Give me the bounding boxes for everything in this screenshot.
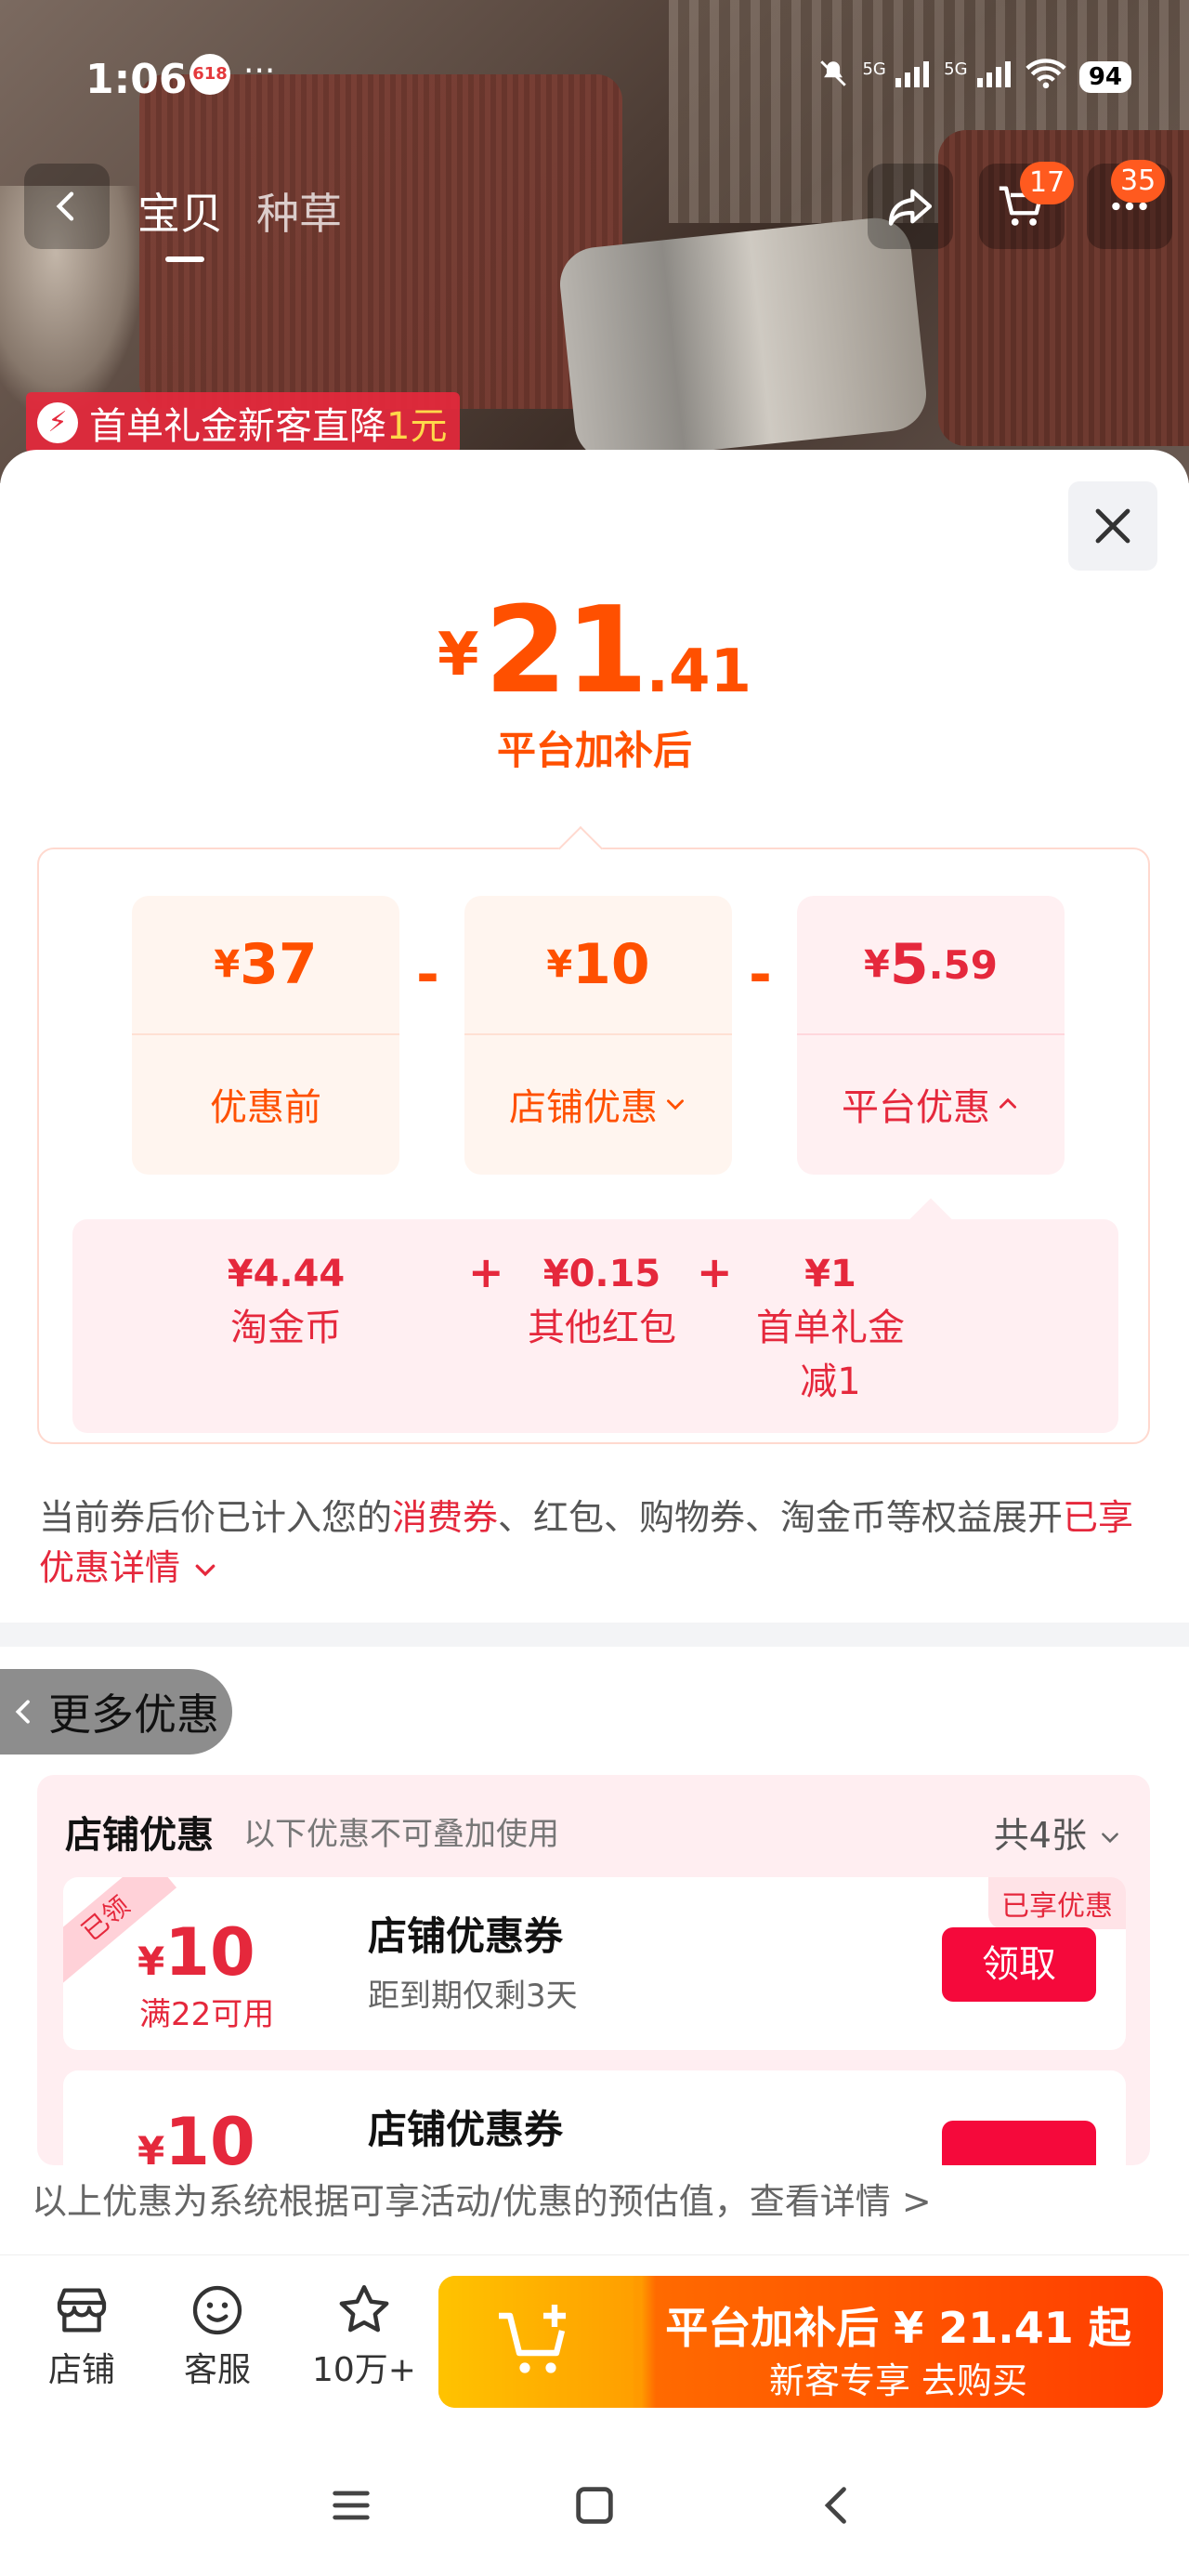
chevron-left-icon — [56, 191, 74, 221]
claim-button[interactable]: 领取 — [942, 1927, 1096, 2002]
consumer-coupon-link[interactable]: 消费券 — [392, 1497, 498, 1538]
background-pillow — [556, 214, 930, 465]
final-price: ¥21.41 — [437, 582, 752, 720]
buy-line-2: 新客专享 去购买 — [768, 2360, 1028, 2401]
close-button[interactable] — [1068, 481, 1157, 571]
coupon-card: ¥10 店铺优惠券 — [63, 2070, 1126, 2165]
top-nav: 宝贝 种草 17 35 — [0, 160, 1189, 262]
shop-offers-title: 店铺优惠 — [65, 1814, 214, 1857]
section-divider — [0, 1623, 1189, 1647]
menu-icon[interactable] — [327, 2481, 375, 2530]
first-order-gift-item: ¥1 首单礼金 减1 — [756, 1253, 905, 1403]
enjoyed-tag: 已享优惠 — [988, 1877, 1126, 1929]
message-count-badge: 35 — [1111, 160, 1166, 203]
minus-operator: - — [416, 942, 439, 1007]
coupon-note: 当前券后价已计入您的消费券、红包、购物券、淘金币等权益展开已享优惠详情 — [39, 1497, 1134, 1588]
cart-count-badge: 17 — [1020, 162, 1075, 204]
back-button[interactable] — [24, 164, 110, 249]
coupon-expiry: 距到期仅剩3天 — [368, 1978, 578, 2015]
more-offers-label: 更多优惠 — [48, 1689, 219, 1740]
tab-seeding[interactable]: 种草 — [256, 180, 342, 242]
status-icons: 5G 5G 94 — [817, 58, 1131, 96]
favorite-entry[interactable]: 10万+ — [299, 2278, 429, 2391]
price-breakdown-panel: ¥37 优惠前 - ¥10 店铺优惠 - ¥5.59 平台优惠 ¥4.44 淘金… — [37, 825, 1150, 1444]
minus-operator: - — [749, 942, 772, 1007]
promo-text: 首单礼金新客直降1元 — [89, 405, 448, 448]
battery-indicator: 94 — [1078, 60, 1131, 93]
share-button[interactable] — [868, 164, 953, 249]
mute-icon — [817, 58, 849, 96]
other-redpacket-item: ¥0.15 其他红包 — [528, 1253, 676, 1349]
final-price-caption: 平台加补后 — [496, 728, 692, 773]
coupon-condition: 满22可用 — [139, 1996, 275, 2033]
buy-now-button[interactable]: 平台加补后 ¥ 21.41 起 新客专享 去购买 — [438, 2276, 1163, 2408]
status-bar: 1:06 618 ··· 5G 5G 94 — [0, 48, 1189, 104]
lightning-icon: ⚡ — [37, 402, 78, 443]
share-icon — [888, 189, 933, 226]
coupon-amount: ¥10 — [137, 2104, 255, 2165]
app-618-icon: 618 — [189, 54, 230, 95]
more-offers-tab[interactable]: 更多优惠 — [0, 1669, 232, 1755]
signal-icon-1: 5G — [862, 59, 931, 94]
coupon-card: 已领 ¥10 满22可用 店铺优惠券 距到期仅剩3天 已享优惠 领取 — [63, 1877, 1126, 2050]
chevron-up-icon — [1000, 1097, 1016, 1109]
coupon-count-toggle[interactable]: 共4张 — [994, 1807, 1122, 1858]
buy-line-1: 平台加补后 ¥ 21.41 起 — [665, 2303, 1131, 2353]
chevron-down-icon[interactable] — [191, 1556, 219, 1584]
coupon-title: 店铺优惠券 — [368, 2107, 564, 2152]
chevron-down-icon — [667, 1099, 684, 1111]
plus-operator: + — [697, 1247, 733, 1297]
home-icon[interactable] — [570, 2481, 619, 2530]
close-icon — [1095, 508, 1130, 544]
system-nav-bar — [0, 2435, 1189, 2576]
shop-icon — [57, 2288, 107, 2333]
claim-button[interactable] — [942, 2121, 1096, 2165]
chevron-left-icon — [15, 1700, 30, 1724]
estimate-footnote-link[interactable]: 以上优惠为系统根据可享活动/优惠的预估值，查看详情 > — [32, 2173, 932, 2224]
customer-service-entry[interactable]: 客服 — [162, 2278, 273, 2391]
star-icon — [339, 2285, 389, 2333]
status-more-icon: ··· — [243, 52, 276, 90]
back-icon[interactable] — [814, 2481, 862, 2530]
coupon-amount: ¥10 — [137, 1914, 255, 1991]
wifi-icon — [1026, 58, 1066, 96]
signal-icon-2: 5G — [944, 59, 1013, 94]
shop-offers-subtitle: 以下优惠不可叠加使用 — [243, 1816, 559, 1853]
original-price-pill: ¥37 优惠前 — [132, 896, 399, 1175]
add-cart-icon — [499, 2305, 566, 2373]
shop-entry[interactable]: 店铺 — [26, 2278, 137, 2391]
first-order-promo-strip: ⚡ 首单礼金新客直降1元 — [26, 392, 461, 453]
status-time: 1:06 — [85, 56, 188, 103]
plus-operator: + — [468, 1247, 504, 1297]
tab-product[interactable]: 宝贝 — [137, 180, 223, 262]
add-to-cart-button[interactable] — [438, 2276, 634, 2408]
customer-service-icon — [192, 2285, 242, 2335]
shop-offers-card: 店铺优惠 以下优惠不可叠加使用 共4张 已领 ¥10 满22可用 店铺优惠券 距… — [37, 1775, 1150, 2165]
coupon-title: 店铺优惠券 — [368, 1913, 564, 1959]
bottom-action-bar: 店铺 客服 10万+ 平台加补后 ¥ 21.41 起 新客专享 去购买 — [0, 2254, 1189, 2412]
platform-discount-details: ¥4.44 淘金币 + ¥0.15 其他红包 + ¥1 首单礼金 减1 — [72, 1198, 1118, 1433]
shop-discount-pill[interactable]: ¥10 店铺优惠 — [464, 896, 732, 1175]
platform-discount-pill[interactable]: ¥5.59 平台优惠 — [797, 896, 1065, 1175]
taojinbi-item: ¥4.44 淘金币 — [227, 1253, 346, 1349]
chevron-down-icon — [1102, 1833, 1118, 1844]
